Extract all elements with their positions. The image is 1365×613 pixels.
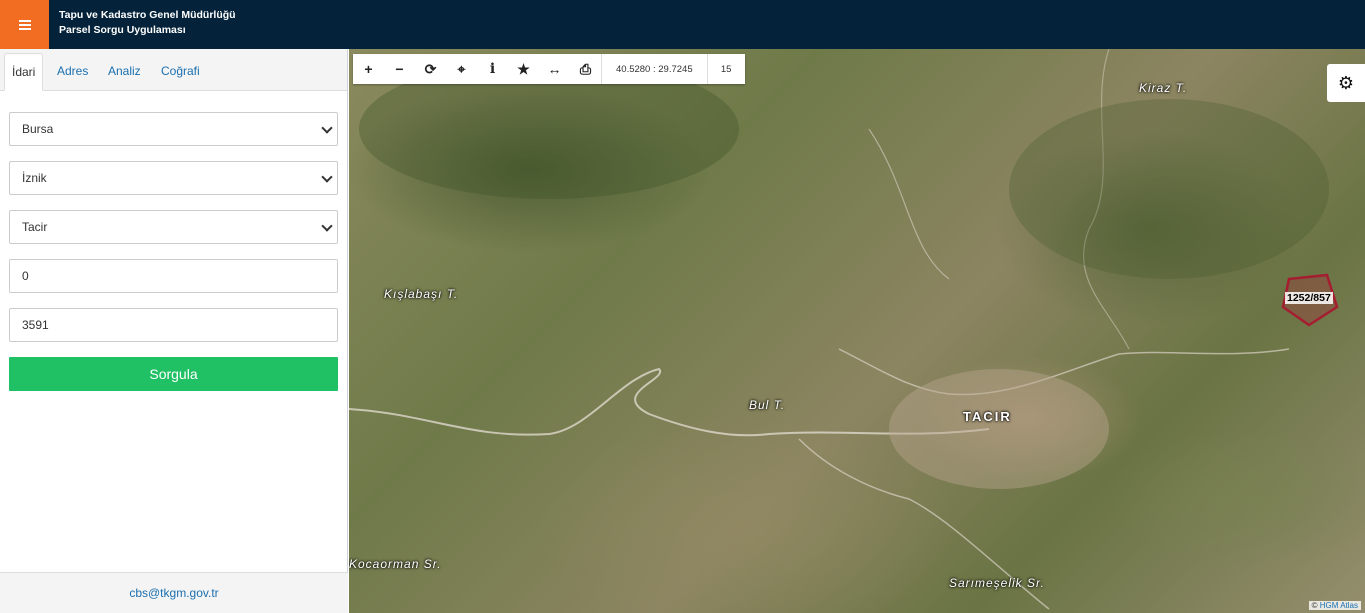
place-label: Kışlabaşı T.: [384, 287, 459, 301]
favorite-button[interactable]: ★: [508, 54, 539, 84]
place-label: Sarımeşelik Sr.: [949, 576, 1045, 590]
app-title-line2: Parsel Sorgu Uygulaması: [59, 24, 186, 36]
print-button[interactable]: ⎙: [570, 54, 601, 84]
zoom-level: 15: [706, 54, 745, 84]
info-icon: i: [489, 61, 496, 77]
map-view[interactable]: + − ⟳ ⌖ i ★ ↔ ⎙ 40.5280 : 29.7245 15 ⚙ K…: [349, 49, 1365, 613]
plus-icon: +: [364, 61, 373, 77]
chevron-down-icon: [321, 171, 333, 183]
attribution-prefix: ©: [1311, 601, 1318, 610]
print-icon: ⎙: [579, 60, 592, 77]
tab-idari[interactable]: İdari: [4, 53, 44, 91]
chevron-down-icon: [321, 122, 333, 134]
hamburger-icon: [18, 19, 31, 30]
district-select[interactable]: İznik: [9, 161, 338, 195]
parcel-input[interactable]: 3591: [9, 308, 338, 342]
minus-icon: −: [395, 61, 404, 77]
tab-bar: İdari Adres Analiz Coğrafi: [0, 49, 347, 91]
neighborhood-value: Tacir: [22, 220, 48, 234]
crosshair-icon: ⌖: [457, 60, 466, 77]
province-value: Bursa: [22, 122, 54, 136]
zoom-out-button[interactable]: −: [384, 54, 415, 84]
app-title-line1: Tapu ve Kadastro Genel Müdürlüğü: [59, 9, 236, 21]
neighborhood-select[interactable]: Tacir: [9, 210, 338, 244]
parcel-label[interactable]: 1252/857: [1285, 292, 1333, 304]
gear-icon: ⚙: [1337, 72, 1355, 93]
block-value: 0: [22, 269, 29, 283]
chevron-down-icon: [321, 220, 333, 232]
query-button[interactable]: Sorgula: [9, 357, 338, 391]
parcel-value: 3591: [22, 318, 49, 332]
star-icon: ★: [517, 60, 530, 77]
tab-analiz[interactable]: Analiz: [101, 53, 148, 91]
refresh-icon: ⟳: [424, 60, 437, 77]
tab-adres[interactable]: Adres: [50, 53, 95, 91]
map-terrain: [349, 49, 1339, 610]
block-input[interactable]: 0: [9, 259, 338, 293]
attribution-link[interactable]: HGM Atlas: [1320, 601, 1358, 610]
menu-button[interactable]: [0, 0, 49, 49]
map-toolbar: + − ⟳ ⌖ i ★ ↔ ⎙ 40.5280 : 29.7245 15: [353, 54, 745, 84]
map-attribution: © HGM Atlas: [1308, 601, 1361, 610]
coordinate-readout: 40.5280 : 29.7245: [601, 54, 707, 84]
settings-button[interactable]: ⚙: [1327, 64, 1365, 102]
measure-icon: ↔: [547, 61, 562, 77]
tab-cografi[interactable]: Coğrafi: [154, 53, 207, 91]
place-label: TACIR: [963, 409, 1012, 424]
info-button[interactable]: i: [477, 54, 508, 84]
locate-button[interactable]: ⌖: [446, 54, 477, 84]
place-label: Kiraz T.: [1139, 81, 1188, 95]
sidebar: İdari Adres Analiz Coğrafi Bursa İznik T…: [0, 49, 348, 613]
province-select[interactable]: Bursa: [9, 112, 338, 146]
place-label: Kocaorman Sr.: [349, 557, 442, 571]
zoom-in-button[interactable]: +: [353, 54, 384, 84]
footer: cbs@tkgm.gov.tr: [0, 572, 348, 613]
contact-email-link[interactable]: cbs@tkgm.gov.tr: [129, 586, 218, 600]
place-label: Bul T.: [749, 398, 786, 412]
district-value: İznik: [22, 171, 47, 185]
app-title: Tapu ve Kadastro Genel Müdürlüğü Parsel …: [59, 8, 236, 38]
refresh-button[interactable]: ⟳: [415, 54, 446, 84]
measure-button[interactable]: ↔: [539, 54, 570, 84]
top-bar: Tapu ve Kadastro Genel Müdürlüğü Parsel …: [0, 0, 1365, 49]
